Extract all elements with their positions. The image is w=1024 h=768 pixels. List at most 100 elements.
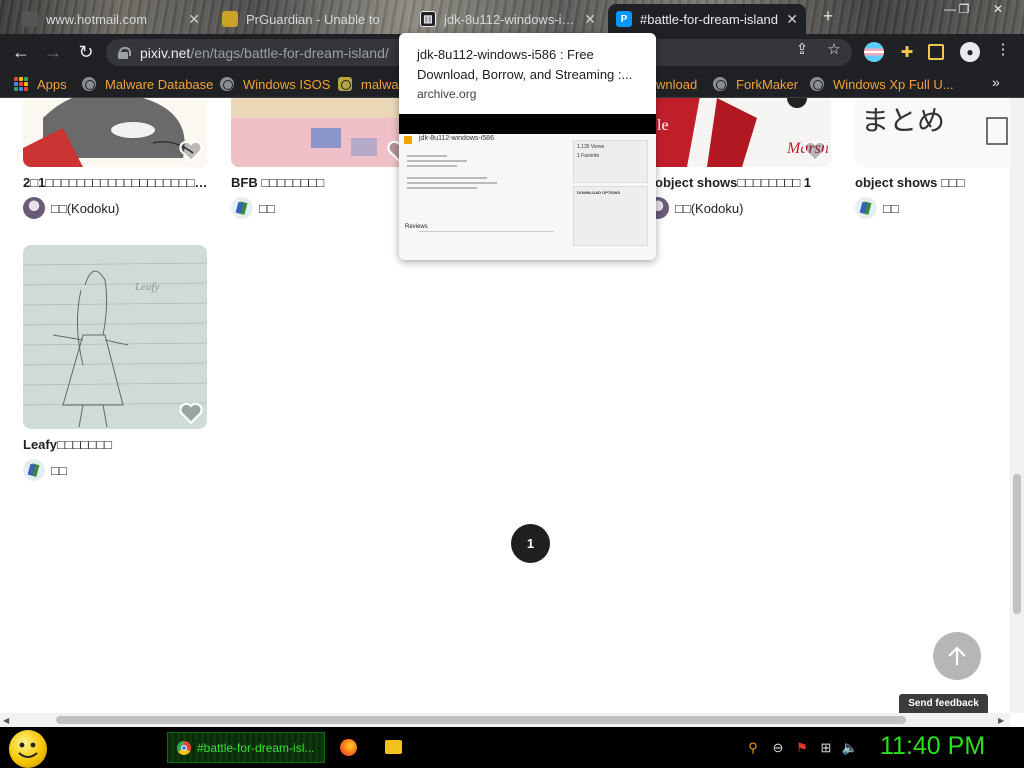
tab-title: PrGuardian - Unable to — [246, 11, 380, 27]
bookmark-label: Windows Xp Full U... — [833, 76, 954, 92]
extensions-puzzle-icon[interactable]: ✚ — [897, 42, 917, 62]
avatar — [855, 197, 877, 219]
bookmark-label: wnload — [656, 76, 698, 92]
tab-prguardian[interactable]: PrGuardian - Unable to — [214, 4, 406, 34]
globe-icon — [713, 77, 727, 91]
tab-title: jdk-8u112-windows-i586 — [444, 11, 579, 27]
scroll-left-arrow-icon[interactable]: ◀ — [3, 716, 9, 725]
close-tab-icon[interactable]: ✕ — [188, 11, 200, 28]
pixiv-favicon-icon: P — [616, 11, 632, 27]
person-icon — [338, 77, 352, 91]
file-explorer-icon[interactable] — [385, 740, 402, 754]
close-tab-icon[interactable]: ✕ — [584, 11, 596, 28]
like-heart-icon[interactable] — [178, 138, 204, 164]
bookmark-malware-database[interactable]: Malware Database — [82, 75, 213, 93]
reload-icon[interactable]: ↻ — [75, 41, 97, 63]
close-tab-icon[interactable]: ✕ — [786, 11, 798, 28]
share-icon[interactable]: ⇪ — [793, 40, 811, 58]
svg-text:le: le — [657, 117, 669, 134]
author-name: □□(Kodoku) — [675, 200, 744, 216]
preview-views: 1,135 Views — [577, 144, 605, 150]
bookmarks-overflow-chevron-icon[interactable]: » — [992, 74, 1000, 90]
artwork-author[interactable]: □□ — [855, 197, 899, 219]
preview-heading: jdk-8u112-windows-i586 — [419, 135, 494, 142]
profile-flag-icon[interactable] — [864, 42, 884, 62]
volume-speaker-icon[interactable]: 🔈 — [842, 740, 858, 756]
windows-taskbar: #battle-for-dream-isl... ⚲ ⊖ ⚑ ⊞ 🔈 11:40… — [0, 727, 1024, 768]
bookmark-download[interactable]: wnload — [656, 75, 697, 93]
tab-hotmail[interactable]: www.hotmail.com ✕ — [14, 4, 208, 34]
avatar — [231, 197, 253, 219]
scroll-right-arrow-icon[interactable]: ▶ — [998, 716, 1004, 725]
taskbar-window-title: #battle-for-dream-isl... — [197, 740, 315, 755]
archive-org-favicon-icon: ▥ — [420, 11, 436, 27]
network-icon[interactable]: ⊞ — [818, 740, 834, 756]
start-button-smiley-icon[interactable] — [9, 730, 47, 768]
horizontal-scrollbar-thumb[interactable] — [56, 716, 906, 724]
tab-pixiv-bfdi[interactable]: P #battle-for-dream-island ✕ — [608, 4, 806, 34]
preview-download-box: DOWNLOAD OPTIONS — [573, 186, 648, 246]
avatar — [23, 197, 45, 219]
back-arrow-icon[interactable]: ← — [10, 41, 32, 63]
pagination-current-page[interactable]: 1 — [511, 524, 550, 563]
smiley-face-icon — [18, 742, 38, 758]
send-feedback-button[interactable]: Send feedback — [899, 694, 988, 713]
like-heart-icon[interactable] — [178, 400, 204, 426]
search-magnifier-icon[interactable]: ⚲ — [745, 740, 761, 756]
bookmark-star-icon[interactable]: ☆ — [825, 40, 843, 58]
globe-icon — [220, 77, 234, 91]
bookmark-apps[interactable]: Apps — [14, 75, 67, 93]
new-tab-button[interactable]: + — [818, 6, 838, 27]
desktop-screen: www.hotmail.com ✕ PrGuardian - Unable to… — [0, 0, 1024, 768]
bookmark-malwa[interactable]: malwa — [338, 75, 399, 93]
action-center-flag-icon[interactable]: ⚑ — [794, 740, 810, 756]
vertical-scrollbar-thumb[interactable] — [1013, 474, 1021, 614]
artwork-author[interactable]: □□(Kodoku) — [647, 197, 743, 219]
apps-grid-icon — [14, 77, 28, 91]
chrome-icon — [177, 740, 191, 755]
system-clock[interactable]: 11:40 PM — [880, 732, 985, 761]
url-host: pixiv.net — [140, 44, 191, 61]
preview-header-bar — [399, 114, 656, 134]
artwork-author[interactable]: □□ — [231, 197, 275, 219]
forward-arrow-icon[interactable]: → — [42, 41, 64, 63]
menu-kebab-icon[interactable]: ⋮ — [994, 40, 1012, 58]
svg-text:まとめ: まとめ — [861, 104, 945, 137]
artwork-author[interactable]: □□(Kodoku) — [23, 197, 119, 219]
bookmark-forkmaker[interactable]: ForkMaker — [713, 75, 798, 93]
restore-window-icon[interactable]: ❐ — [950, 0, 978, 18]
bookmark-label: ForkMaker — [736, 76, 799, 92]
tab-title: #battle-for-dream-island — [640, 11, 779, 27]
artwork-title[interactable]: object shows□□□□□□□□ 1 — [655, 175, 840, 190]
artwork-title[interactable]: Leafy□□□□□□□ — [23, 437, 208, 452]
vertical-scrollbar[interactable] — [1010, 98, 1024, 713]
like-heart-icon[interactable] — [802, 138, 828, 164]
bookmark-label: Malware Database — [105, 76, 214, 92]
bookmark-label: Windows ISOS — [243, 76, 331, 92]
bookmark-windows-xp-full[interactable]: Windows Xp Full U... — [810, 75, 954, 93]
tab-title: www.hotmail.com — [46, 11, 148, 27]
scroll-to-top-button[interactable] — [933, 632, 981, 680]
author-name: □□ — [259, 200, 275, 216]
url-path: /en/tags/battle-for-dream-island/ — [190, 44, 389, 61]
preview-stats: 1,135 Views 1 Favorite — [573, 140, 648, 183]
artwork-author[interactable]: □□ — [23, 459, 67, 481]
artwork-thumbnail[interactable]: まとめ — [855, 98, 1010, 167]
close-window-icon[interactable]: ✕ — [984, 0, 1012, 18]
horizontal-scrollbar[interactable]: ◀ ▶ — [0, 713, 1010, 727]
author-name: □□ — [883, 200, 899, 216]
tray-circle-icon[interactable]: ⊖ — [770, 740, 786, 756]
firefox-icon[interactable] — [340, 739, 357, 756]
author-name: □□(Kodoku) — [51, 200, 120, 216]
artwork-title[interactable]: 2□1□□□□□□□□□□□□□□□□□□□□□□□□□□... — [23, 175, 208, 190]
reading-list-icon[interactable] — [928, 44, 944, 60]
taskbar-chrome-window[interactable]: #battle-for-dream-isl... — [167, 732, 325, 763]
artwork-title[interactable]: object shows □□□ — [855, 175, 1005, 190]
account-avatar-icon[interactable]: ● — [960, 42, 980, 62]
tab-archive-jdk[interactable]: ▥ jdk-8u112-windows-i586 ✕ — [412, 4, 604, 34]
bookmark-windows-isos[interactable]: Windows ISOS — [220, 75, 330, 93]
svg-text:Leafy: Leafy — [134, 281, 160, 293]
archive-icon — [404, 136, 412, 144]
author-name: □□ — [51, 462, 67, 478]
artwork-title[interactable]: BFB □□□□□□□□ — [231, 175, 416, 190]
